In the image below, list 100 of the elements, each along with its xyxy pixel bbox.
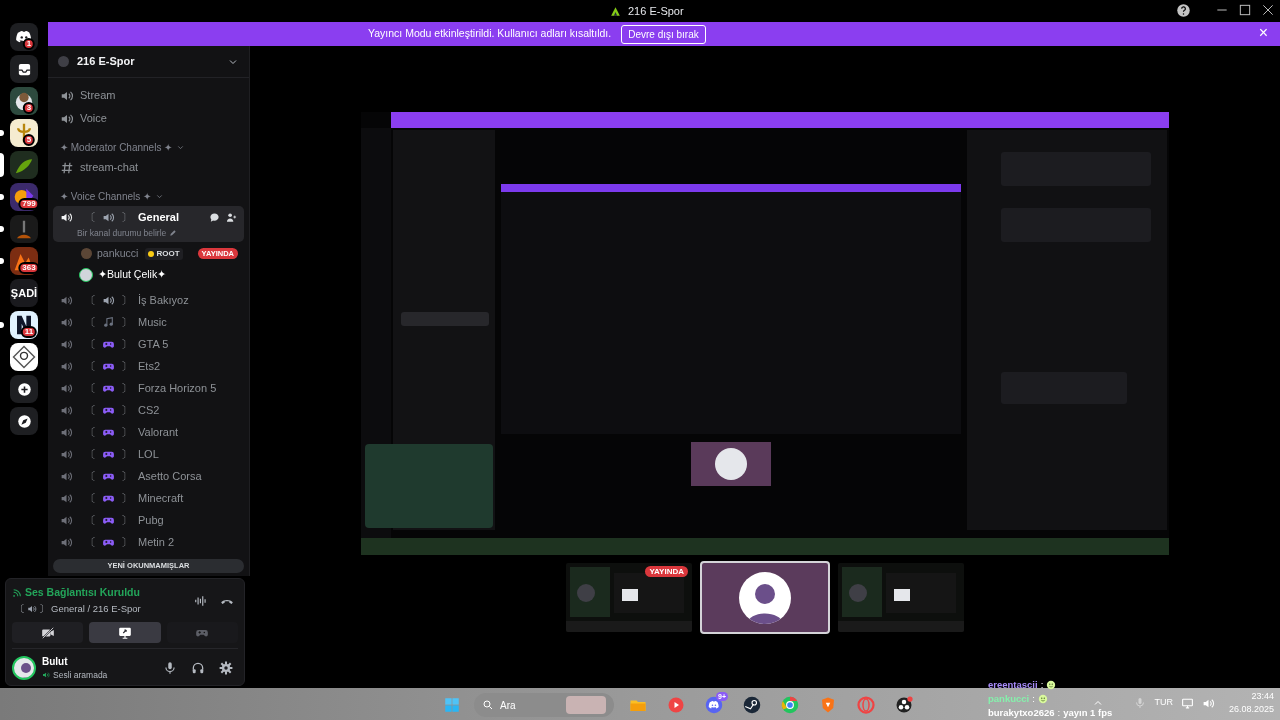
screen-share-icon (118, 625, 132, 640)
user-avatar (739, 571, 791, 624)
server-name: 216 E-Spor (77, 54, 136, 70)
voice-channel[interactable]: 〔 〕 Music (53, 311, 244, 334)
speaker-icon (27, 603, 37, 614)
voice-channel[interactable]: 〔 〕 Valorant (53, 421, 244, 444)
voice-channel[interactable]: 〔 〕 General Bir kanal durumu belirle (53, 206, 244, 243)
voice-channel[interactable]: 〔 〕 LOL (53, 443, 244, 466)
voice-channel[interactable]: 〔 〕 İş Bakıyoz (53, 289, 244, 312)
pencil-icon[interactable] (169, 228, 178, 237)
bracket: 〕 (121, 447, 132, 462)
activity-button[interactable] (166, 622, 238, 643)
chat-separator: : (1057, 705, 1061, 720)
plus-icon (16, 381, 32, 397)
voice-channel[interactable]: 〔 〕 Forza Horizon 5 (53, 377, 244, 400)
category-label[interactable]: ✦ Voice Channels ✦ (60, 188, 152, 204)
disable-button[interactable]: Devre dışı bırak (621, 24, 706, 44)
note-icon (102, 315, 115, 329)
channel-item[interactable]: Stream (53, 84, 244, 107)
close-icon[interactable] (1260, 2, 1276, 18)
chat-icon[interactable] (209, 211, 220, 223)
chat-message: yayın 1 fps (1063, 705, 1113, 720)
count-badge: 799 (18, 198, 40, 210)
settings-icon[interactable] (219, 660, 233, 675)
server-logo-icon (609, 4, 622, 18)
channel-item[interactable]: Voice (53, 107, 244, 130)
search-icon (482, 699, 494, 711)
server-icon[interactable] (10, 87, 38, 115)
app-icon (667, 696, 685, 714)
chat-username: ereentascii (988, 677, 1038, 692)
bracket: 〕 (39, 601, 49, 616)
add-user-icon[interactable] (226, 211, 237, 223)
bracket: 〔 (85, 315, 96, 330)
channel-name: Pubg (138, 513, 165, 528)
channel-name: General (138, 210, 180, 225)
channel-name: Ets2 (138, 359, 161, 374)
add-server-button[interactable] (10, 375, 38, 403)
live-badge: YAYINDA (645, 566, 688, 577)
maximize-icon[interactable] (1237, 2, 1253, 18)
headphones-icon[interactable] (191, 660, 205, 675)
bracket: 〕 (121, 425, 132, 440)
server-icon[interactable] (10, 311, 38, 339)
channel-name: CS2 (138, 403, 161, 418)
bracket: 〕 (121, 513, 132, 528)
bracket: 〕 (121, 337, 132, 352)
noise-icon[interactable] (194, 593, 208, 608)
microphone-icon[interactable] (163, 660, 177, 675)
compass-icon (16, 413, 32, 429)
channel-name: Metin 2 (138, 535, 176, 550)
channel-name: GTA 5 (138, 337, 170, 352)
channel-name: İş Bakıyoz (138, 293, 190, 308)
voice-channel[interactable]: 〔 〕 CS2 (53, 399, 244, 422)
bracket: 〔 (85, 535, 96, 550)
user-avatar (12, 655, 36, 680)
bracket: 〕 (121, 359, 132, 374)
bracket: 〔 (85, 359, 96, 374)
member-name[interactable]: ✦Bulut Çelik✦ (98, 266, 167, 283)
channel-name: Asetto Corsa (138, 469, 203, 484)
bracket: 〔 (85, 403, 96, 418)
server-icon[interactable]: ŞADİ (10, 279, 38, 307)
screen-button[interactable] (89, 622, 161, 643)
server-icon[interactable] (10, 151, 38, 179)
channel-name: Valorant (138, 425, 180, 440)
discover-button[interactable] (10, 407, 38, 435)
app-icon (895, 696, 913, 714)
channel-item[interactable]: stream-chat (53, 156, 244, 179)
voice-channel[interactable]: 〔 〕 Ets2 (53, 355, 244, 378)
help-icon[interactable] (1176, 2, 1191, 18)
voice-channel[interactable]: 〔 〕 GTA 5 (53, 333, 244, 356)
role-tag: ROOT (145, 247, 183, 260)
stream-tile[interactable]: YAYINDA (564, 561, 694, 634)
camera-button[interactable] (12, 622, 84, 643)
camera-off-icon (40, 625, 55, 640)
server-icon[interactable] (10, 119, 38, 147)
window-title: 216 E-Spor (628, 4, 684, 19)
server-icon[interactable] (10, 343, 38, 371)
windows-icon (443, 696, 461, 714)
search-field[interactable]: Ara (474, 693, 614, 717)
inbox-button[interactable] (10, 55, 38, 83)
voice-channel[interactable]: 〔 〕 Pubg (53, 509, 244, 532)
close-button[interactable]: × (1258, 24, 1268, 42)
banner-message: Yayıncı Modu etkinleştirildi. Kullanıcı adları kısaltıldı. (368, 26, 612, 42)
user-avatar (81, 248, 92, 260)
voice-channel[interactable]: 〔 〕 Metin 2 (53, 531, 244, 554)
voice-channel-path[interactable]: General / 216 E-Spor (51, 601, 141, 616)
emoji-icon (1037, 694, 1048, 704)
channel-name: Forza Horizon 5 (138, 381, 218, 396)
chat-username: pankucci (988, 691, 1030, 706)
bracket: 〔 (85, 469, 96, 484)
count-badge: 363 (18, 262, 40, 274)
voice-channel[interactable]: 〔 〕 Asetto Corsa (53, 465, 244, 488)
category-label[interactable]: ✦ Moderator Channels ✦ (60, 139, 173, 155)
voice-channel[interactable]: 〔 〕 Minecraft (53, 487, 244, 510)
emoji-icon (1046, 680, 1057, 690)
bracket: 〕 (121, 293, 132, 308)
bracket: 〕 (121, 403, 132, 418)
member-name[interactable]: pankucci (97, 245, 139, 262)
stream-tile[interactable] (700, 561, 830, 634)
chat-username: burakytxo2626 (988, 705, 1055, 720)
home-button[interactable] (10, 23, 38, 51)
